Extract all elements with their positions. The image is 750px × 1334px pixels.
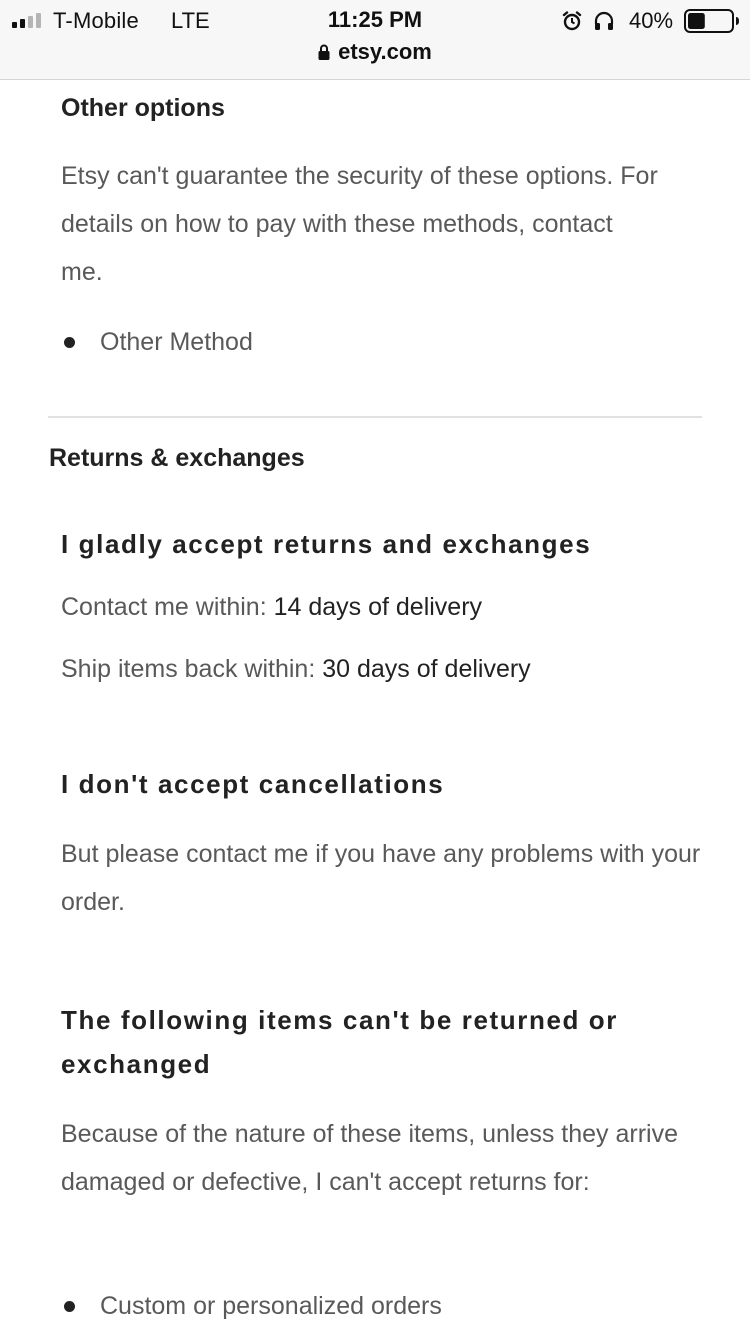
lock-icon <box>318 44 330 60</box>
ship-back-value: 30 days of delivery <box>322 655 531 683</box>
exception-item: Custom or personalized orders <box>64 1292 442 1321</box>
cancellations-heading: I don't accept cancellations <box>61 769 445 799</box>
battery-percent: 40% <box>629 8 674 33</box>
bullet-icon <box>64 1301 75 1312</box>
payment-method-item: Other Method <box>64 328 253 357</box>
cancellations-description: But please contact me if you have any pr… <box>61 840 701 916</box>
accept-returns-heading: I gladly accept returns and exchanges <box>61 529 592 559</box>
url-text: etsy.com <box>338 39 432 64</box>
section-divider <box>48 416 702 418</box>
status-bar: T-Mobile LTE 11:25 PM 40% etsy.com <box>0 0 750 80</box>
contact-within-label: Contact me within: <box>61 593 267 621</box>
payment-method-label: Other Method <box>100 328 253 356</box>
bullet-icon <box>64 337 75 348</box>
returns-section-title: Returns & exchanges <box>49 444 305 472</box>
exceptions-description: Because of the nature of these items, un… <box>61 1120 679 1196</box>
other-options-heading: Other options <box>61 94 225 122</box>
address-bar[interactable]: etsy.com <box>0 39 750 65</box>
exception-item-label: Custom or personalized orders <box>100 1292 442 1320</box>
headphones-icon <box>594 11 614 30</box>
other-options-description: Etsy can't guarantee the security of the… <box>61 162 658 286</box>
alarm-icon <box>562 11 582 31</box>
shop-policies-content: Other options Etsy can't guarantee the s… <box>0 80 750 1334</box>
ship-back-row: Ship items back within: 30 days of deliv… <box>61 655 531 684</box>
ship-back-label: Ship items back within: <box>61 655 316 683</box>
battery-icon <box>684 9 739 33</box>
exceptions-heading: The following items can't be returned or… <box>61 1005 619 1079</box>
contact-within-value: 14 days of delivery <box>273 593 483 621</box>
contact-within-row: Contact me within: 14 days of delivery <box>61 593 482 622</box>
